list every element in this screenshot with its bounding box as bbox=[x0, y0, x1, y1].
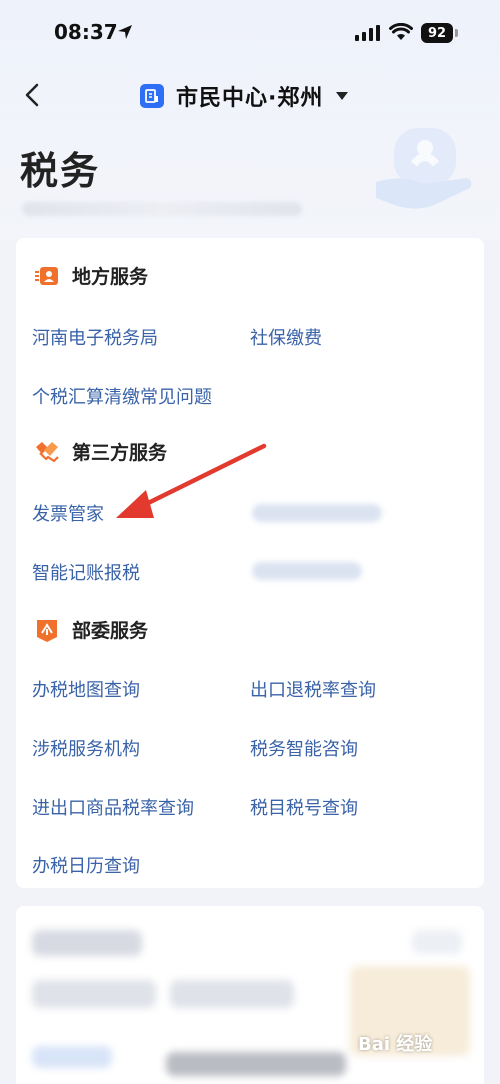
location-arrow-icon bbox=[118, 25, 132, 39]
battery-level: 92 bbox=[427, 25, 447, 41]
watermark: Bai 经验 bbox=[358, 1034, 433, 1055]
link-tax-code-lookup[interactable]: 税目税号查询 bbox=[250, 794, 358, 820]
services-card: 地方服务 河南电子税务局 社保缴费 个税汇算清缴常见问题 第三方服务 发票管家 … bbox=[16, 238, 484, 888]
blurred-heading bbox=[32, 930, 142, 956]
section-header-ministry: 部委服务 bbox=[34, 616, 148, 643]
blurred-subtitle bbox=[22, 202, 302, 216]
link-henan-e-tax[interactable]: 河南电子税务局 bbox=[32, 324, 158, 350]
link-import-export-rate[interactable]: 进出口商品税率查询 bbox=[32, 794, 194, 820]
city-service-icon bbox=[140, 84, 164, 108]
blurred-text-block bbox=[170, 980, 294, 1008]
blurred-service-item bbox=[252, 562, 362, 580]
hand-holding-document-icon bbox=[376, 128, 472, 209]
link-export-rebate-rate[interactable]: 出口退税率查询 bbox=[250, 676, 376, 702]
section-title-ministry: 部委服务 bbox=[72, 620, 149, 642]
section-header-local: 地方服务 bbox=[34, 262, 148, 289]
blurred-text-block bbox=[32, 980, 156, 1008]
link-smart-bookkeeping[interactable]: 智能记账报税 bbox=[32, 559, 140, 585]
city-selector[interactable]: 市民中心·郑州 bbox=[140, 80, 349, 112]
link-tax-agencies[interactable]: 涉税服务机构 bbox=[32, 735, 140, 761]
link-tax-smart-consult[interactable]: 税务智能咨询 bbox=[250, 735, 358, 761]
nav-title: 市民中心·郑州 bbox=[176, 86, 324, 111]
signal-icon bbox=[355, 25, 380, 41]
page-title: 税务 bbox=[20, 149, 101, 193]
wifi-icon bbox=[389, 23, 413, 40]
blurred-bottom-card bbox=[16, 906, 484, 1084]
ministry-badge-icon bbox=[37, 619, 57, 642]
back-button[interactable] bbox=[18, 80, 48, 110]
status-time: 08:37 bbox=[54, 20, 118, 44]
handshake-icon bbox=[36, 441, 59, 462]
battery-indicator: 92 bbox=[421, 23, 453, 43]
blurred-text-block bbox=[166, 1052, 346, 1076]
link-invoice-manager[interactable]: 发票管家 bbox=[32, 500, 104, 526]
link-individual-tax-faq[interactable]: 个税汇算清缴常见问题 bbox=[32, 383, 212, 409]
blurred-tag bbox=[32, 1046, 112, 1068]
status-bar: 08:37 92 bbox=[0, 0, 500, 66]
battery-tip bbox=[455, 29, 458, 37]
blurred-service-item bbox=[252, 504, 382, 522]
link-tax-map[interactable]: 办税地图查询 bbox=[32, 676, 140, 702]
id-card-icon bbox=[35, 266, 58, 285]
blurred-more-link bbox=[412, 930, 462, 954]
annotation-arrow-icon bbox=[116, 443, 267, 518]
section-title-local: 地方服务 bbox=[72, 266, 149, 288]
link-tax-calendar[interactable]: 办税日历查询 bbox=[32, 852, 140, 878]
link-social-insurance[interactable]: 社保缴费 bbox=[250, 324, 322, 350]
caret-down-icon bbox=[336, 92, 349, 100]
